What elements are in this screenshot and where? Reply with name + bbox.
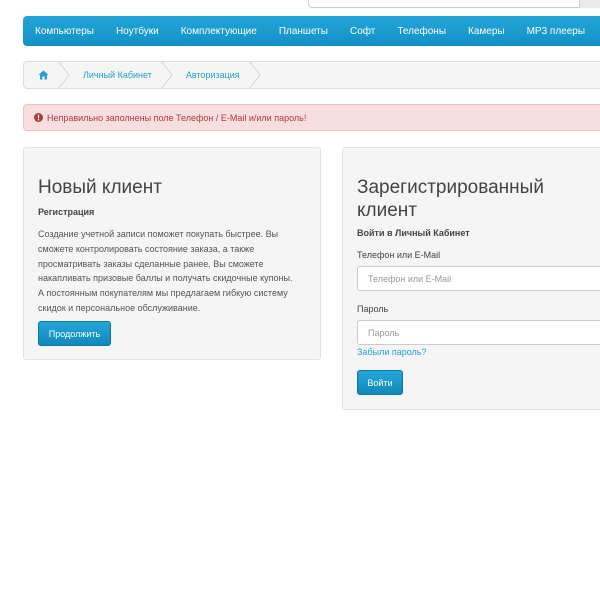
breadcrumb-account-label[interactable]: Личный Кабинет [83, 70, 152, 80]
breadcrumb-login-label[interactable]: Авторизация [186, 70, 240, 80]
menu-item-mp3[interactable]: MP3 плееры [527, 26, 585, 37]
login-input[interactable]: Телефон или E-Mail [357, 266, 600, 291]
error-alert: Неправильно заполнены поле Телефон / E-M… [23, 104, 600, 131]
description-line: накапливать призовые баллы и получать ск… [38, 273, 293, 284]
password-input[interactable]: Пароль [357, 320, 600, 345]
exclamation-circle-icon [34, 113, 43, 122]
description-line: скидок и персональное обслуживание. [38, 302, 201, 313]
description-line: А постоянным покупателям мы предлагаем г… [38, 288, 288, 299]
menu-item-computers[interactable]: Компьютеры [35, 26, 94, 37]
breadcrumb-login[interactable]: Авторизация [170, 62, 261, 88]
new-customer-panel: Новый клиент Регистрация Создание учетно… [23, 147, 321, 360]
main-menu: Компьютеры Ноутбуки Комплектующие Планше… [23, 16, 600, 46]
search-input[interactable] [308, 0, 600, 8]
menu-item-tablets[interactable]: Планшеты [279, 26, 328, 37]
menu-item-cameras[interactable]: Камеры [468, 26, 505, 37]
menu-item-laptops[interactable]: Ноутбуки [116, 26, 159, 37]
home-icon [38, 70, 49, 80]
returning-customer-panel: Зарегистрированный клиент Войти в Личный… [342, 147, 600, 410]
menu-item-software[interactable]: Софт [350, 26, 375, 37]
returning-customer-subtitle: Войти в Личный Кабинет [357, 228, 470, 238]
breadcrumb: Личный Кабинет Авторизация [23, 61, 600, 89]
forgot-password-link[interactable]: Забыли пароль? [357, 347, 426, 357]
password-label: Пароль [357, 304, 389, 314]
returning-customer-title-line2: клиент [357, 200, 417, 221]
breadcrumb-account[interactable]: Личный Кабинет [67, 62, 173, 88]
description-line: просматривать заказы сделанные ранее. Вы… [38, 258, 264, 269]
description-line: сможете контролировать состояние заказа,… [38, 243, 255, 254]
menu-item-components[interactable]: Комплектующие [181, 26, 257, 37]
menu-item-phones[interactable]: Телефоны [397, 26, 446, 37]
alert-text: Неправильно заполнены поле Телефон / E-M… [47, 112, 307, 123]
new-customer-subtitle: Регистрация [38, 207, 95, 217]
returning-customer-title-line1: Зарегистрированный [357, 177, 544, 198]
search-button[interactable] [579, 0, 600, 8]
breadcrumb-separator [248, 62, 261, 88]
login-label: Телефон или E-Mail [357, 250, 441, 260]
description-line: Создание учетной записи поможет покупать… [38, 229, 279, 239]
continue-button[interactable]: Продолжить [38, 321, 111, 346]
new-customer-title: Новый клиент [38, 177, 162, 198]
login-button[interactable]: Войти [357, 370, 403, 395]
breadcrumb-home[interactable] [24, 62, 70, 88]
new-customer-description: Создание учетной записи поможет покупать… [38, 227, 318, 316]
